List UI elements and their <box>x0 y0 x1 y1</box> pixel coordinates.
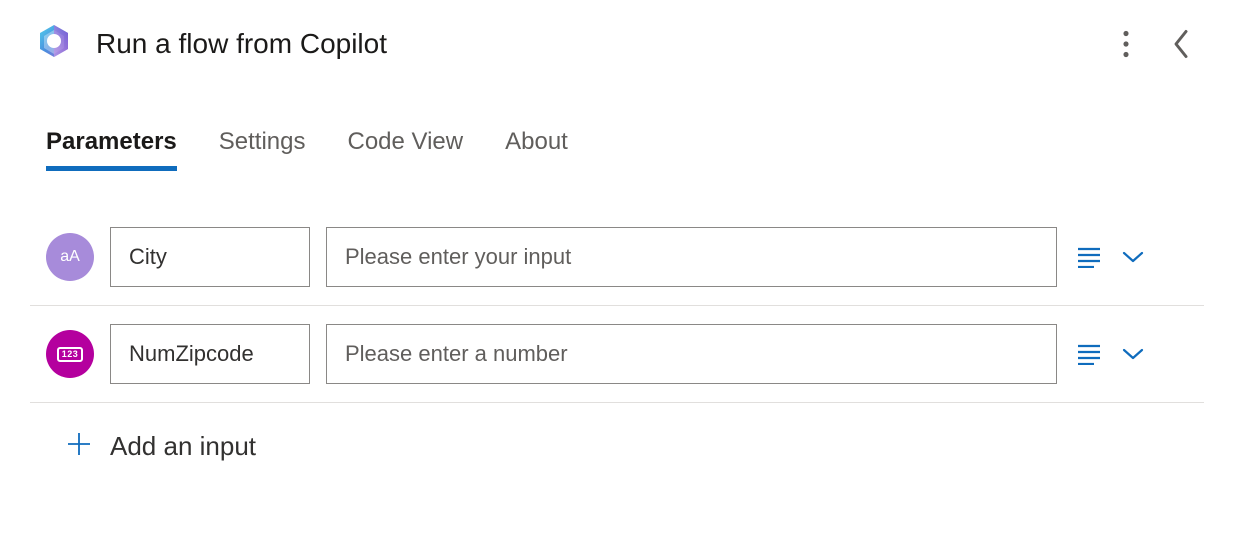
tab-bar: Parameters Settings Code View About <box>30 128 1204 171</box>
parameter-row: aA <box>30 209 1204 306</box>
trigger-panel: Run a flow from Copilot Parameters Setti… <box>0 0 1234 482</box>
expand-row-button[interactable] <box>1117 246 1149 268</box>
parameter-name-input[interactable] <box>110 227 310 287</box>
tab-parameters[interactable]: Parameters <box>46 128 177 171</box>
number-type-icon: 123 <box>46 330 94 378</box>
parameters-list: aA <box>30 209 1204 403</box>
row-actions <box>1073 242 1204 272</box>
add-input-label: Add an input <box>110 431 256 462</box>
lines-icon <box>1077 246 1101 268</box>
chevron-down-icon <box>1121 347 1145 361</box>
row-actions <box>1073 339 1204 369</box>
parameter-name-input[interactable] <box>110 324 310 384</box>
type-glyph: 123 <box>57 347 84 362</box>
vertical-dots-icon <box>1122 30 1130 58</box>
panel-title: Run a flow from Copilot <box>96 28 1100 60</box>
more-options-button[interactable] <box>1118 26 1134 62</box>
lines-icon <box>1077 343 1101 365</box>
header-actions <box>1118 25 1194 63</box>
text-type-icon: aA <box>46 233 94 281</box>
chevron-down-icon <box>1121 250 1145 264</box>
parameter-row: 123 <box>30 306 1204 403</box>
format-options-button[interactable] <box>1073 242 1105 272</box>
copilot-logo-icon <box>30 20 78 68</box>
tab-code-view[interactable]: Code View <box>347 128 463 171</box>
chevron-left-icon <box>1172 29 1190 59</box>
tab-about[interactable]: About <box>505 128 568 171</box>
type-glyph: aA <box>60 248 80 266</box>
parameter-value-input[interactable] <box>326 227 1057 287</box>
add-input-button[interactable]: Add an input <box>30 403 1204 462</box>
expand-row-button[interactable] <box>1117 343 1149 365</box>
plus-icon <box>66 431 92 462</box>
format-options-button[interactable] <box>1073 339 1105 369</box>
parameter-value-input[interactable] <box>326 324 1057 384</box>
panel-header: Run a flow from Copilot <box>30 20 1204 68</box>
collapse-button[interactable] <box>1168 25 1194 63</box>
tab-settings[interactable]: Settings <box>219 128 306 171</box>
